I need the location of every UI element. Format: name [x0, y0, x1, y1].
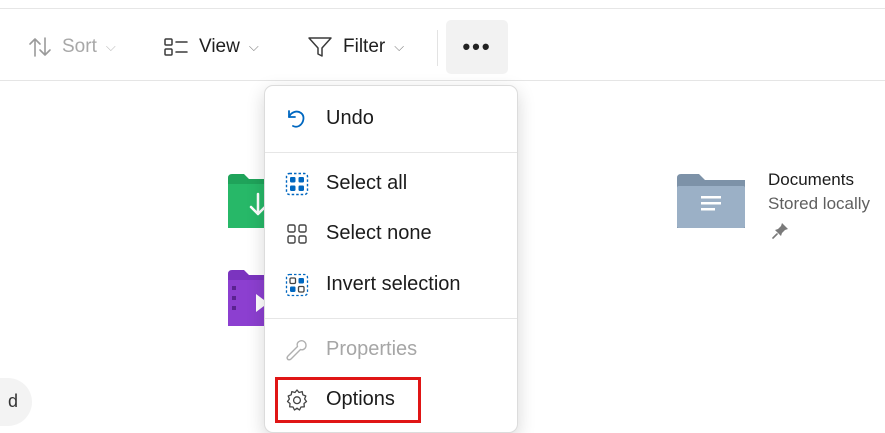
- chevron-down-icon: ⌵: [394, 39, 405, 54]
- undo-icon: [285, 107, 309, 131]
- sort-button[interactable]: Sort ⌵: [28, 20, 116, 74]
- menu-item-label: Invert selection: [326, 273, 461, 295]
- menu-item-label: Undo: [326, 107, 374, 129]
- menu-item-label: Select none: [326, 222, 432, 244]
- filter-button[interactable]: Filter ⌵: [307, 20, 404, 74]
- view-list-icon: [163, 36, 189, 58]
- sort-arrows-icon: [28, 36, 52, 58]
- filter-label: Filter: [343, 36, 386, 57]
- filter-funnel-icon: [307, 35, 333, 59]
- toolbar-separator: [437, 30, 438, 66]
- menu-item-undo[interactable]: Undo: [265, 97, 517, 141]
- menu-item-select-none[interactable]: Select none: [265, 212, 517, 256]
- invert-selection-icon: [285, 273, 309, 297]
- menu-separator: [265, 318, 517, 319]
- command-bar: Sort ⌵ View ⌵ Filter ⌵ •••: [0, 14, 885, 81]
- select-all-icon: [285, 172, 309, 196]
- chevron-down-icon: ⌵: [105, 39, 116, 54]
- sort-label: Sort: [62, 36, 97, 57]
- select-none-icon: [285, 222, 309, 246]
- documents-folder-icon[interactable]: [677, 174, 745, 233]
- more-options-button[interactable]: •••: [446, 20, 508, 74]
- menu-item-select-all[interactable]: Select all: [265, 162, 517, 206]
- more-options-icon: •••: [462, 34, 492, 59]
- chevron-down-icon: ⌵: [248, 39, 259, 54]
- menu-item-label: Properties: [326, 338, 418, 360]
- menu-item-label: Select all: [326, 172, 408, 194]
- documents-name: Documents: [768, 170, 854, 189]
- nav-item-partial-label: d: [8, 391, 19, 411]
- options-highlight-box: [275, 377, 421, 423]
- view-label: View: [199, 36, 240, 57]
- pin-icon: [772, 221, 790, 244]
- menu-item-properties[interactable]: Properties: [265, 328, 517, 372]
- menu-separator: [265, 152, 517, 153]
- top-border: [0, 8, 885, 9]
- wrench-icon: [285, 338, 309, 362]
- view-button[interactable]: View ⌵: [163, 20, 259, 74]
- documents-status: Stored locally: [768, 194, 871, 213]
- menu-item-invert-selection[interactable]: Invert selection: [265, 263, 517, 307]
